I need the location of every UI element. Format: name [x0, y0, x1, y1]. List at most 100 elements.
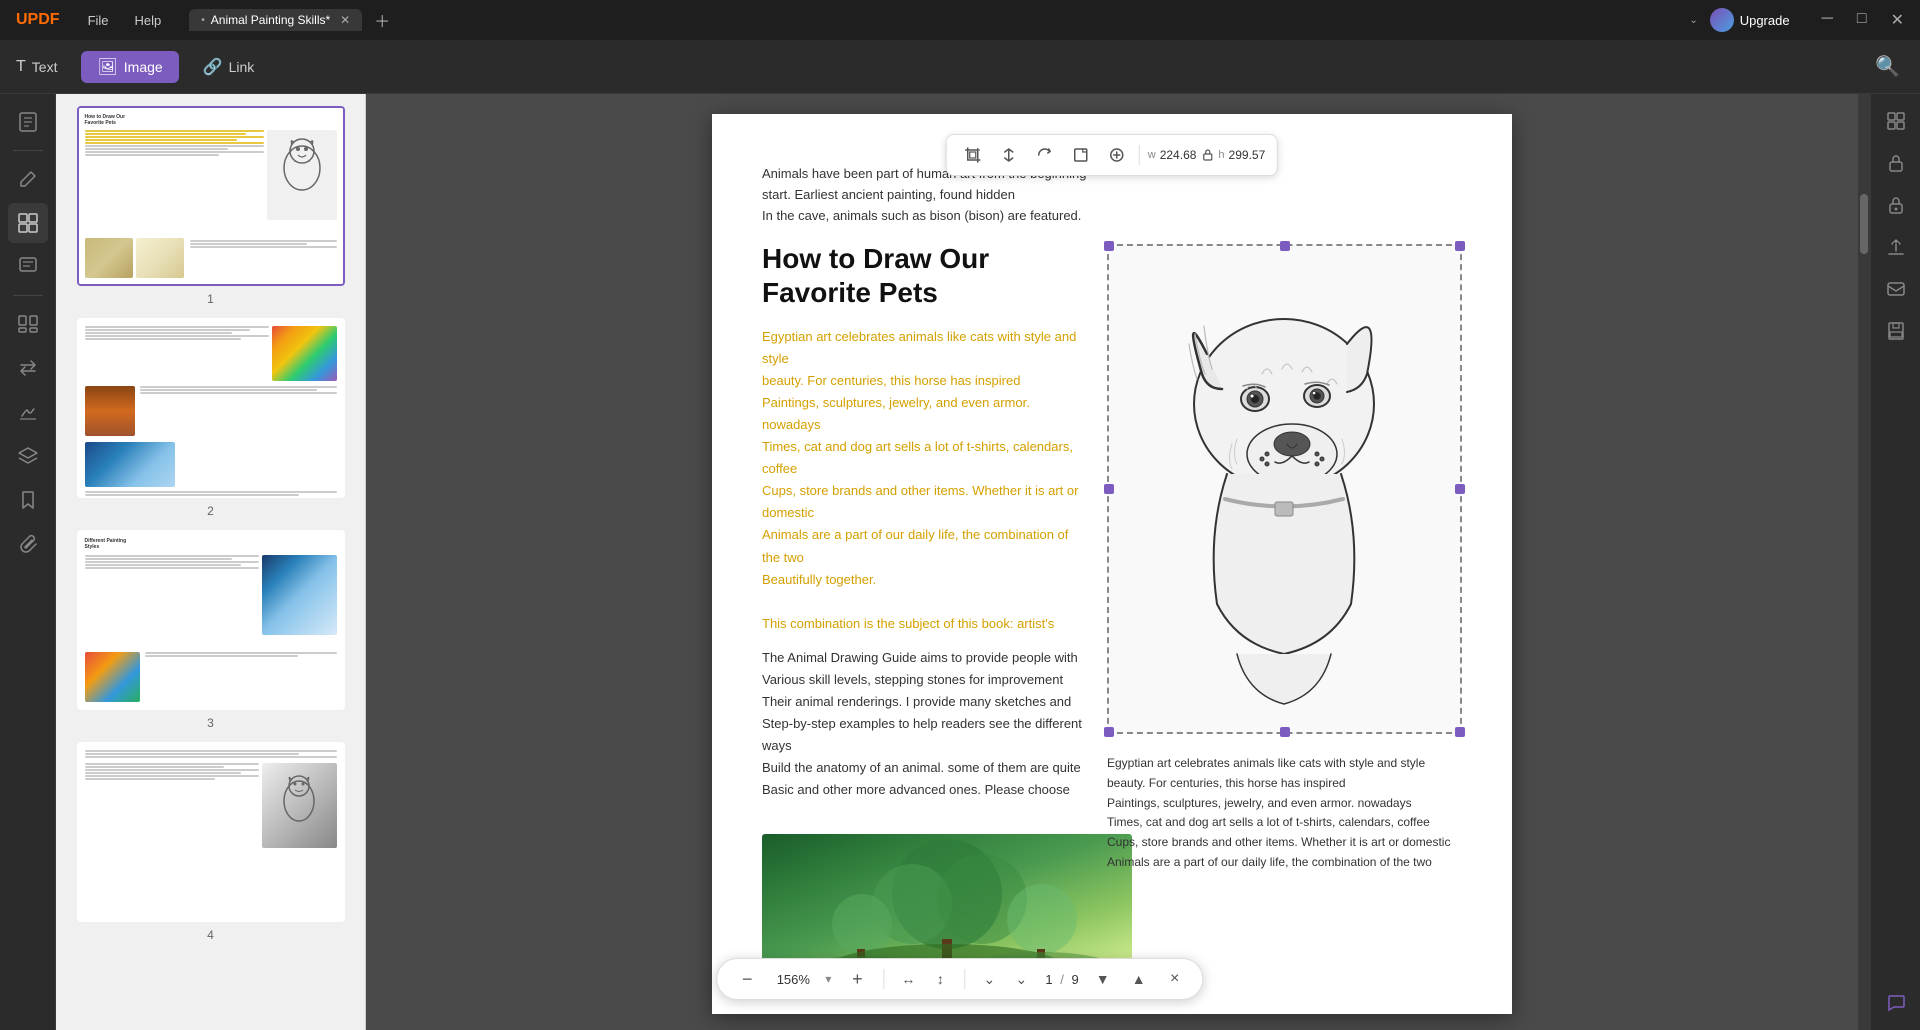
thumbnail-page-3[interactable]: Different PaintingStyles: [68, 530, 353, 730]
right-col-text: Egyptian art celebrates animals like cat…: [1107, 754, 1462, 873]
right-icon-grid[interactable]: [1877, 102, 1915, 140]
flip-h-button[interactable]: [995, 141, 1023, 169]
dog-svg: [1107, 244, 1462, 734]
pdf-viewer[interactable]: w 224.68 h 299.57 Animals have been part…: [366, 94, 1858, 1030]
zoom-in-button[interactable]: +: [843, 965, 871, 993]
sidebar-divider-2: [13, 295, 43, 296]
right-panel: [1870, 94, 1920, 1030]
sidebar-icon-comment[interactable]: [8, 247, 48, 287]
text-tool-icon: T: [16, 58, 26, 76]
thumbnail-page-4[interactable]: 4: [68, 742, 353, 942]
width-value: 224.68: [1160, 148, 1197, 162]
search-button[interactable]: 🔍: [1875, 56, 1900, 78]
left-sidebar: [0, 94, 56, 1030]
zoom-separator-2: [964, 969, 965, 989]
tab-document[interactable]: • Animal Painting Skills* ✕: [189, 9, 362, 31]
link-tool-button[interactable]: 🔗 Link: [187, 51, 271, 83]
page-separator: /: [1060, 972, 1064, 987]
menu-file[interactable]: File: [76, 9, 121, 32]
sidebar-icon-edit[interactable]: [8, 159, 48, 199]
thumb-box-1[interactable]: How to Draw OurFavorite Pets: [77, 106, 345, 286]
thumb-label-3: 3: [207, 716, 214, 730]
right-icon-lock2[interactable]: [1877, 186, 1915, 224]
heading-line1: How to Draw Our: [762, 243, 989, 274]
thumb-label-1: 1: [207, 292, 214, 306]
right-icon-email[interactable]: [1877, 270, 1915, 308]
zoom-separator-1: [883, 969, 884, 989]
tab-close-button[interactable]: ✕: [340, 13, 350, 27]
sidebar-icon-sign[interactable]: [8, 392, 48, 432]
crop-tool-button[interactable]: [959, 141, 987, 169]
thumbnail-page-1[interactable]: How to Draw OurFavorite Pets: [68, 106, 353, 306]
sidebar-icon-attach[interactable]: [8, 524, 48, 564]
fit-height-button[interactable]: ↕: [928, 967, 952, 991]
page-up-button[interactable]: ▲: [1127, 967, 1151, 991]
resize-button[interactable]: [1067, 141, 1095, 169]
thumbnail-page-2[interactable]: 2: [68, 318, 353, 518]
prev-page-button[interactable]: ⌄: [977, 967, 1001, 991]
zoom-out-button[interactable]: −: [733, 965, 761, 993]
link-tool-icon: 🔗: [203, 57, 223, 77]
right-icon-save[interactable]: [1877, 312, 1915, 350]
menu-bar: File Help: [76, 9, 174, 32]
zoom-toolbar: − 156% ▾ + ↔ ↕ ⌄ ⌄ 1 / 9 ▼ ▲ ×: [716, 958, 1203, 1000]
sidebar-icon-layers[interactable]: [8, 436, 48, 476]
highlighted-paragraph: Egyptian art celebrates animals like cat…: [762, 326, 1082, 635]
scroll-thumb[interactable]: [1860, 194, 1868, 254]
image-tool-icon: 🖼: [97, 57, 117, 77]
maximize-button[interactable]: □: [1849, 10, 1875, 30]
main-toolbar: T Text 🖼 Image 🔗 Link 🔍: [0, 40, 1920, 94]
close-button[interactable]: ✕: [1883, 10, 1912, 30]
zoom-value-display: 156%: [773, 972, 813, 987]
sidebar-icon-reader[interactable]: [8, 102, 48, 142]
thumb-box-3[interactable]: Different PaintingStyles: [77, 530, 345, 710]
scroll-track[interactable]: [1858, 94, 1870, 1030]
menu-help[interactable]: Help: [123, 9, 174, 32]
tab-bar: • Animal Painting Skills* ✕ ＋: [189, 6, 398, 34]
image-tool-label: Image: [124, 59, 163, 75]
title-bar: UPDF File Help • Animal Painting Skills*…: [0, 0, 1920, 40]
lock-icon: [1200, 148, 1214, 162]
rotate-button[interactable]: [1031, 141, 1059, 169]
minimize-button[interactable]: ─: [1814, 10, 1841, 30]
right-icon-lock1[interactable]: [1877, 144, 1915, 182]
sidebar-icon-thumbnails[interactable]: [8, 203, 48, 243]
sidebar-icon-bookmark[interactable]: [8, 480, 48, 520]
link-tool-label: Link: [229, 59, 255, 75]
right-icon-comment[interactable]: [1877, 984, 1915, 1022]
next-page-button[interactable]: ⌄: [1009, 967, 1033, 991]
tab-modified-dot: •: [201, 15, 205, 26]
current-page: 1 / 9: [1045, 972, 1078, 987]
sidebar-icon-convert[interactable]: [8, 348, 48, 388]
replace-button[interactable]: [1103, 141, 1131, 169]
new-tab-button[interactable]: ＋: [366, 6, 398, 34]
toolbar-separator: [1139, 145, 1140, 165]
page-navigation: ↔ ↕: [896, 967, 952, 991]
upgrade-button[interactable]: Upgrade: [1710, 8, 1790, 32]
sidebar-icon-organize[interactable]: [8, 304, 48, 344]
image-dimensions: w 224.68 h 299.57: [1148, 148, 1265, 162]
thumb-box-2[interactable]: [77, 318, 345, 498]
image-tool-button[interactable]: 🖼 Image: [81, 51, 178, 83]
zoom-dropdown-arrow[interactable]: ▾: [825, 972, 831, 986]
right-icon-upload[interactable]: [1877, 228, 1915, 266]
page-number-nav: ⌄ ⌄: [977, 967, 1033, 991]
fit-width-button[interactable]: ↔: [896, 967, 920, 991]
image-toolbar: w 224.68 h 299.57: [946, 134, 1278, 176]
window-controls: ─ □ ✕: [1814, 10, 1912, 30]
page-down-button[interactable]: ▼: [1091, 967, 1115, 991]
pdf-highlighted-section: Egyptian art celebrates animals like cat…: [762, 326, 1082, 802]
text-tool-button[interactable]: T Text: [0, 52, 73, 82]
tab-title: Animal Painting Skills*: [211, 13, 330, 27]
user-avatar: [1710, 8, 1734, 32]
text-tool-label: Text: [32, 59, 58, 75]
height-label: h: [1218, 149, 1224, 161]
thumb-label-2: 2: [207, 504, 214, 518]
pdf-page: w 224.68 h 299.57 Animals have been part…: [712, 114, 1512, 1014]
thumb-label-4: 4: [207, 928, 214, 942]
dog-image-wrapper[interactable]: [1107, 244, 1462, 734]
thumb-box-4[interactable]: [77, 742, 345, 922]
window-dropdown-arrow[interactable]: ⌄: [1689, 15, 1697, 26]
close-bottom-toolbar[interactable]: ×: [1163, 967, 1187, 991]
heading-line2: Favorite Pets: [762, 277, 938, 308]
